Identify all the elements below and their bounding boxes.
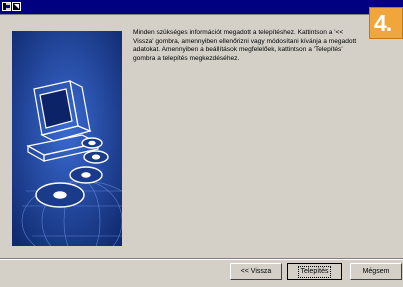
install-button[interactable]: Telepítés — [287, 263, 342, 280]
title-bar — [0, 0, 403, 14]
cancel-button[interactable]: Mégsem — [350, 263, 402, 280]
computer-cd-icon — [12, 31, 122, 246]
step-badge: 4. — [369, 7, 403, 39]
step-number: 4. — [374, 10, 392, 36]
window-icon[interactable] — [12, 2, 21, 11]
button-separator — [0, 258, 403, 260]
info-message: Minden szükséges információt megadott a … — [133, 29, 357, 62]
installer-window: 4. Minden szükséges információt megadott… — [0, 0, 403, 287]
system-menu-icon[interactable] — [2, 2, 11, 11]
title-separator — [0, 14, 403, 15]
back-button-label: << Vissza — [240, 268, 272, 275]
install-button-label: Telepítés — [298, 266, 331, 278]
cancel-button-label: Mégsem — [362, 268, 390, 275]
side-illustration — [12, 31, 122, 246]
back-button[interactable]: << Vissza — [230, 263, 282, 280]
